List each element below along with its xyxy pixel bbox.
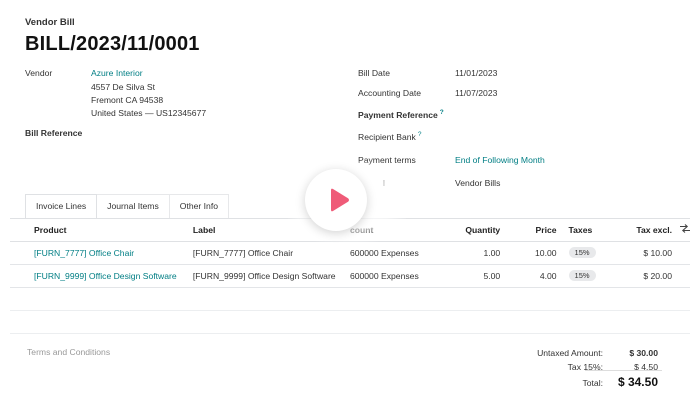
document-type-label: Vendor Bill bbox=[25, 17, 75, 28]
payment-reference-label: Payment Reference? bbox=[358, 109, 444, 120]
vendor-label: Vendor bbox=[25, 68, 53, 78]
journal-value[interactable]: Vendor Bills bbox=[455, 178, 500, 188]
accounting-date-value[interactable]: 11/07/2023 bbox=[455, 88, 497, 98]
cell-quantity[interactable]: 5.00 bbox=[443, 264, 501, 288]
column-settings-icon bbox=[680, 224, 690, 234]
optional-columns-toggle[interactable] bbox=[672, 219, 690, 242]
play-icon bbox=[331, 188, 349, 212]
column-header-taxes[interactable]: Taxes bbox=[556, 219, 614, 242]
cell-account[interactable]: 600000 Expenses bbox=[349, 264, 444, 288]
vendor-address-line-2: Fremont CA 94538 bbox=[91, 95, 164, 105]
cell-taxes[interactable]: 15% bbox=[556, 264, 614, 288]
cell-quantity[interactable]: 1.00 bbox=[443, 241, 501, 265]
help-icon[interactable]: ? bbox=[440, 109, 444, 116]
play-button[interactable] bbox=[305, 169, 367, 231]
journal-label: l bbox=[383, 178, 385, 188]
column-header-quantity[interactable]: Quantity bbox=[443, 219, 501, 242]
tab-other-info[interactable]: Other Info bbox=[168, 194, 229, 218]
table-row[interactable]: [FURN_9999] Office Design Software [FURN… bbox=[10, 264, 690, 288]
cell-price[interactable]: 4.00 bbox=[500, 264, 557, 288]
totals-divider bbox=[585, 370, 662, 371]
invoice-lines-table: Product Label count Quantity Price Taxes… bbox=[10, 219, 690, 288]
cell-price[interactable]: 10.00 bbox=[500, 241, 557, 265]
cell-account[interactable]: 600000 Expenses bbox=[349, 241, 444, 265]
cell-label[interactable]: [FURN_9999] Office Design Software bbox=[192, 264, 350, 288]
notebook-tabs: Invoice Lines Journal Items Other Info bbox=[25, 194, 229, 218]
cell-tax-excl: $ 20.00 bbox=[613, 264, 672, 288]
accounting-date-label: Accounting Date bbox=[358, 88, 422, 98]
untaxed-amount-value: $ 30.00 bbox=[629, 348, 658, 358]
recipient-bank-text: Recipient Bank bbox=[358, 131, 416, 142]
table-empty-row-line bbox=[10, 310, 690, 311]
bill-date-value[interactable]: 11/01/2023 bbox=[455, 68, 497, 78]
tax-badge[interactable]: 15% bbox=[568, 247, 596, 258]
column-header-tax-excl[interactable]: Tax excl. bbox=[613, 219, 672, 242]
column-header-product[interactable]: Product bbox=[10, 219, 193, 242]
column-header-price[interactable]: Price bbox=[500, 219, 557, 242]
cell-taxes[interactable]: 15% bbox=[556, 241, 614, 265]
bill-number-title: BILL/2023/11/0001 bbox=[25, 33, 200, 55]
table-bottom-line bbox=[10, 333, 690, 334]
cell-label[interactable]: [FURN_7777] Office Chair bbox=[192, 241, 350, 265]
cell-tax-excl: $ 10.00 bbox=[613, 241, 672, 265]
payment-reference-text: Payment Reference bbox=[358, 109, 438, 120]
column-header-account[interactable]: count bbox=[349, 219, 444, 242]
cell-product[interactable]: [FURN_9999] Office Design Software bbox=[10, 264, 193, 288]
tax-badge[interactable]: 15% bbox=[568, 270, 596, 281]
vendor-address-line-3: United States — US12345677 bbox=[91, 108, 207, 118]
payment-terms-label: Payment terms bbox=[358, 155, 416, 165]
product-link[interactable]: [FURN_7777] Office Chair bbox=[34, 248, 134, 258]
bill-reference-label: Bill Reference bbox=[25, 128, 83, 138]
total-value: $ 34.50 bbox=[617, 375, 658, 389]
tab-invoice-lines[interactable]: Invoice Lines bbox=[25, 194, 98, 218]
terms-and-conditions-field[interactable]: Terms and Conditions bbox=[27, 347, 110, 357]
help-icon[interactable]: ? bbox=[418, 131, 422, 138]
vendor-link[interactable]: Azure Interior bbox=[91, 68, 143, 78]
payment-terms-value[interactable]: End of Following Month bbox=[455, 155, 545, 165]
product-link[interactable]: [FURN_9999] Office Design Software bbox=[34, 271, 177, 281]
bill-date-label: Bill Date bbox=[358, 68, 390, 78]
table-row[interactable]: [FURN_7777] Office Chair [FURN_7777] Off… bbox=[10, 241, 690, 265]
cell-product[interactable]: [FURN_7777] Office Chair bbox=[10, 241, 193, 265]
vendor-address-line-1: 4557 De Silva St bbox=[91, 82, 156, 92]
recipient-bank-label: Recipient Bank? bbox=[358, 131, 421, 142]
tab-journal-items[interactable]: Journal Items bbox=[96, 194, 170, 218]
